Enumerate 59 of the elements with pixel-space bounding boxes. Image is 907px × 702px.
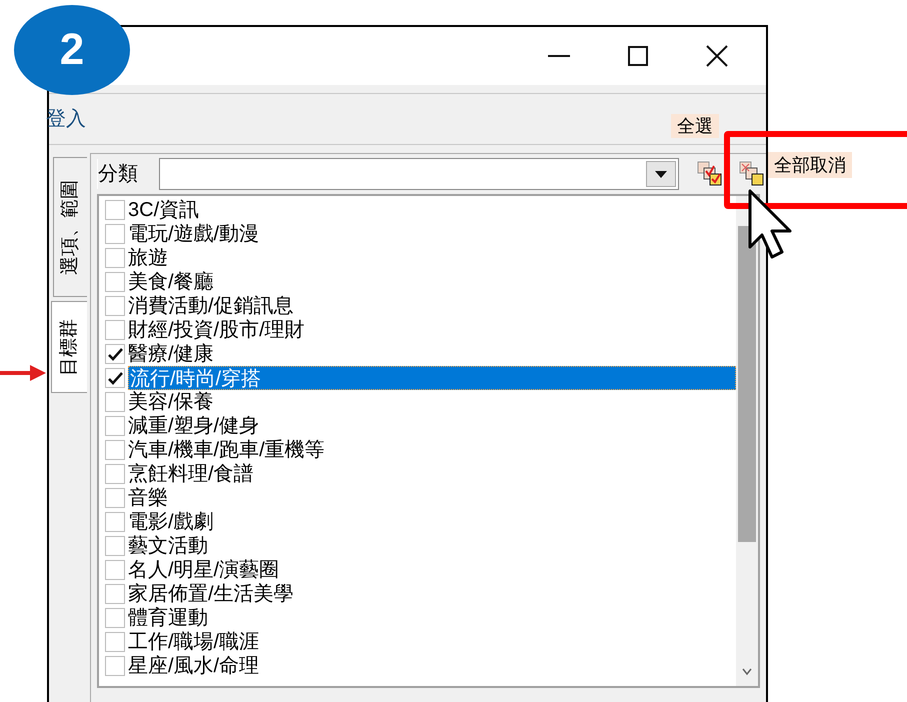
- category-item[interactable]: 電影/戲劇: [128, 510, 214, 534]
- checkbox[interactable]: [105, 296, 125, 316]
- checkbox[interactable]: [105, 344, 125, 364]
- category-item[interactable]: 家居佈置/生活美學: [128, 582, 294, 606]
- category-item[interactable]: 美容/保養: [128, 390, 214, 414]
- category-item[interactable]: 汽車/機車/跑車/重機等: [128, 438, 325, 462]
- step-badge: 2: [14, 5, 130, 95]
- dropdown-caret-icon: [655, 170, 667, 178]
- side-tab[interactable]: 選項、範圍: [53, 157, 87, 297]
- checkbox[interactable]: [105, 440, 125, 460]
- checkbox[interactable]: [105, 224, 125, 244]
- checkbox[interactable]: [105, 416, 125, 436]
- check-icon: [108, 348, 122, 360]
- checkbox[interactable]: [105, 488, 125, 508]
- checkbox[interactable]: [105, 320, 125, 340]
- category-item[interactable]: 減重/塑身/健身: [128, 414, 260, 438]
- category-item[interactable]: 星座/風水/命理: [128, 654, 260, 678]
- scroll-down-icon[interactable]: [742, 668, 752, 676]
- close-icon[interactable]: [706, 45, 728, 67]
- side-tab[interactable]: 目標群: [51, 301, 87, 393]
- checkbox[interactable]: [105, 368, 125, 388]
- checkbox[interactable]: [105, 392, 125, 412]
- category-item[interactable]: 美食/餐廳: [128, 270, 214, 294]
- category-label: 分類: [97, 159, 155, 189]
- category-item[interactable]: 消費活動/促銷訊息: [128, 294, 294, 318]
- category-item[interactable]: 3C/資訊: [128, 198, 200, 222]
- category-item[interactable]: 財經/投資/股市/理財: [128, 318, 305, 342]
- scrollbar-thumb[interactable]: [738, 226, 756, 542]
- checkbox[interactable]: [105, 272, 125, 292]
- category-item[interactable]: 電玩/遊戲/動漫: [128, 222, 260, 246]
- minimize-icon[interactable]: [548, 54, 570, 58]
- checkbox[interactable]: [105, 608, 125, 628]
- category-dropdown[interactable]: [159, 158, 679, 190]
- category-item[interactable]: 工作/職場/職涯: [128, 630, 260, 654]
- select-all-icon[interactable]: [697, 161, 723, 187]
- category-item[interactable]: 醫療/健康: [128, 342, 214, 366]
- checkbox[interactable]: [105, 584, 125, 604]
- tooltip: 全部取消: [768, 152, 852, 178]
- deselect-all-icon[interactable]: [739, 161, 765, 187]
- checkbox[interactable]: [105, 536, 125, 556]
- checkbox[interactable]: [105, 512, 125, 532]
- category-item[interactable]: 體育運動: [128, 606, 208, 630]
- maximize-icon[interactable]: [628, 46, 648, 66]
- category-item[interactable]: 烹飪料理/食譜: [128, 462, 254, 486]
- category-item[interactable]: 名人/明星/演藝圈: [128, 558, 280, 582]
- checkbox[interactable]: [105, 200, 125, 220]
- category-item[interactable]: 藝文活動: [128, 534, 208, 558]
- tooltip: 全選: [671, 114, 719, 138]
- category-item[interactable]: 旅遊: [128, 246, 168, 270]
- scrollbar[interactable]: [736, 196, 758, 686]
- check-icon: [108, 372, 122, 384]
- category-item[interactable]: 流行/時尚/穿搭: [128, 366, 736, 390]
- checkbox[interactable]: [105, 464, 125, 484]
- checkbox[interactable]: [105, 248, 125, 268]
- checkbox[interactable]: [105, 632, 125, 652]
- category-item[interactable]: 音樂: [128, 486, 168, 510]
- checkbox[interactable]: [105, 656, 125, 676]
- pointer-arrow: [0, 364, 46, 382]
- checkbox[interactable]: [105, 560, 125, 580]
